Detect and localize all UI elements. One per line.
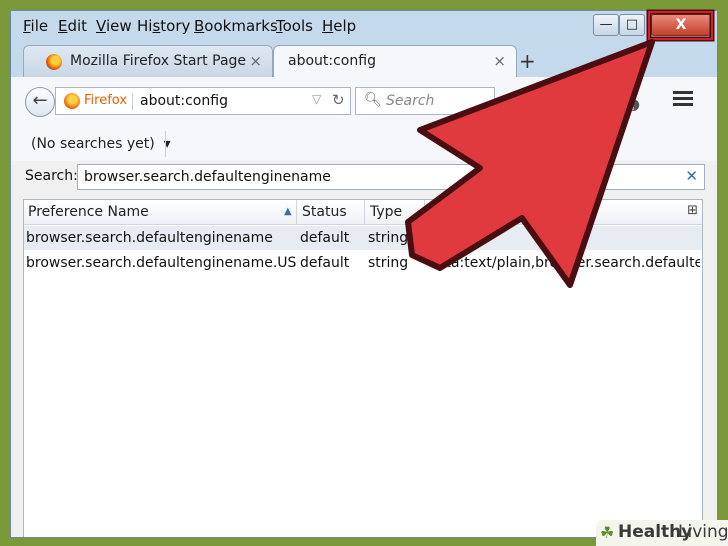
pref-value: G: [428, 230, 439, 246]
pref-type: string: [368, 255, 409, 271]
url-divider: [132, 93, 133, 110]
menu-bookmarks[interactable]: Bookmarks: [194, 17, 278, 35]
firefox-identity-icon: [64, 93, 80, 109]
close-icon: X: [675, 17, 687, 33]
tab-strip: Mozilla Firefox Start Page × about:confi…: [11, 45, 717, 77]
filter-input[interactable]: browser.search.defaultenginename ✕: [77, 164, 705, 190]
bookbar-divider: [165, 131, 166, 157]
history-dropdown-icon[interactable]: ▽: [312, 92, 321, 106]
col-status[interactable]: Status: [296, 200, 347, 224]
reader-icon[interactable]: ◑: [627, 95, 640, 113]
url-text[interactable]: about:config: [140, 93, 228, 109]
menu-edit[interactable]: Edit: [58, 17, 87, 35]
close-window-button[interactable]: X: [651, 14, 711, 36]
tab-title: about:config: [288, 53, 376, 69]
tab-close-icon[interactable]: ×: [493, 52, 506, 70]
watermark-text-2: Living: [678, 522, 728, 542]
bookmarks-bar: (No searches yet) ▾: [11, 127, 717, 162]
back-button[interactable]: ←: [25, 87, 55, 117]
minimize-button[interactable]: —: [593, 14, 619, 36]
minimize-icon: —: [599, 17, 613, 32]
menu-history[interactable]: History: [137, 17, 190, 35]
table-row[interactable]: browser.search.defaultenginename.US defa…: [24, 251, 702, 275]
col-preference-name[interactable]: Preference Name: [28, 204, 149, 220]
tab-close-icon[interactable]: ×: [249, 52, 262, 70]
col-value[interactable]: Value: [424, 200, 468, 224]
search-bar[interactable]: 🔍︎ Search: [355, 87, 495, 115]
filter-value: browser.search.defaultenginename: [84, 169, 331, 185]
menu-hamburger-icon[interactable]: [673, 91, 693, 107]
new-tab-button[interactable]: +: [519, 49, 536, 73]
filter-label: Search:: [25, 168, 78, 184]
reload-icon[interactable]: ↻: [332, 91, 345, 109]
column-picker-icon[interactable]: ⊞: [687, 203, 698, 218]
leaf-icon: ☘: [600, 523, 615, 542]
search-engines-dropdown[interactable]: (No searches yet) ▾: [31, 136, 171, 152]
url-bar[interactable]: Firefox about:config ▽ ↻: [55, 87, 351, 115]
firefox-window: File Edit View History Bookmarks Tools H…: [10, 10, 718, 538]
tab-start-page[interactable]: Mozilla Firefox Start Page ×: [23, 45, 273, 77]
menu-view[interactable]: View: [96, 17, 132, 35]
pref-name: browser.search.defaultenginename.US: [26, 255, 297, 271]
menu-tools[interactable]: Tools: [276, 17, 313, 35]
search-icon: 🔍︎: [364, 92, 382, 108]
about-config-page: Search: browser.search.defaultenginename…: [11, 161, 717, 537]
pref-status: default: [300, 230, 350, 246]
tab-title: Mozilla Firefox Start Page: [70, 53, 247, 69]
nav-toolbar: ← Firefox about:config ▽ ↻ 🔍︎ Search ◑: [11, 77, 717, 127]
menu-help[interactable]: Help: [322, 17, 356, 35]
table-row[interactable]: browser.search.defaultenginename default…: [24, 226, 702, 250]
firefox-favicon-icon: [46, 54, 62, 70]
menu-bar: File Edit View History Bookmarks Tools H…: [11, 11, 717, 41]
preferences-table: Preference Name ▲ Status Type Value ⊞ br…: [23, 199, 703, 537]
identity-label: Firefox: [84, 93, 128, 108]
sort-ascending-icon: ▲: [284, 206, 292, 217]
maximize-icon: □: [625, 17, 639, 32]
watermark-logo: ☘ Healthy Living: [596, 520, 728, 546]
pref-status: default: [300, 255, 350, 271]
table-header: Preference Name ▲ Status Type Value ⊞: [24, 200, 702, 225]
back-arrow-icon: ←: [32, 90, 48, 111]
pref-type: string: [368, 230, 409, 246]
search-placeholder: Search: [386, 93, 435, 109]
col-type[interactable]: Type: [364, 200, 402, 224]
pref-value: data:text/plain,browser.search.defaulten…: [428, 255, 700, 271]
maximize-button[interactable]: □: [619, 14, 645, 36]
tab-about-config[interactable]: about:config ×: [273, 45, 517, 77]
menu-file[interactable]: File: [23, 17, 48, 35]
pref-name: browser.search.defaultenginename: [26, 230, 273, 246]
clear-filter-icon[interactable]: ✕: [685, 167, 698, 185]
